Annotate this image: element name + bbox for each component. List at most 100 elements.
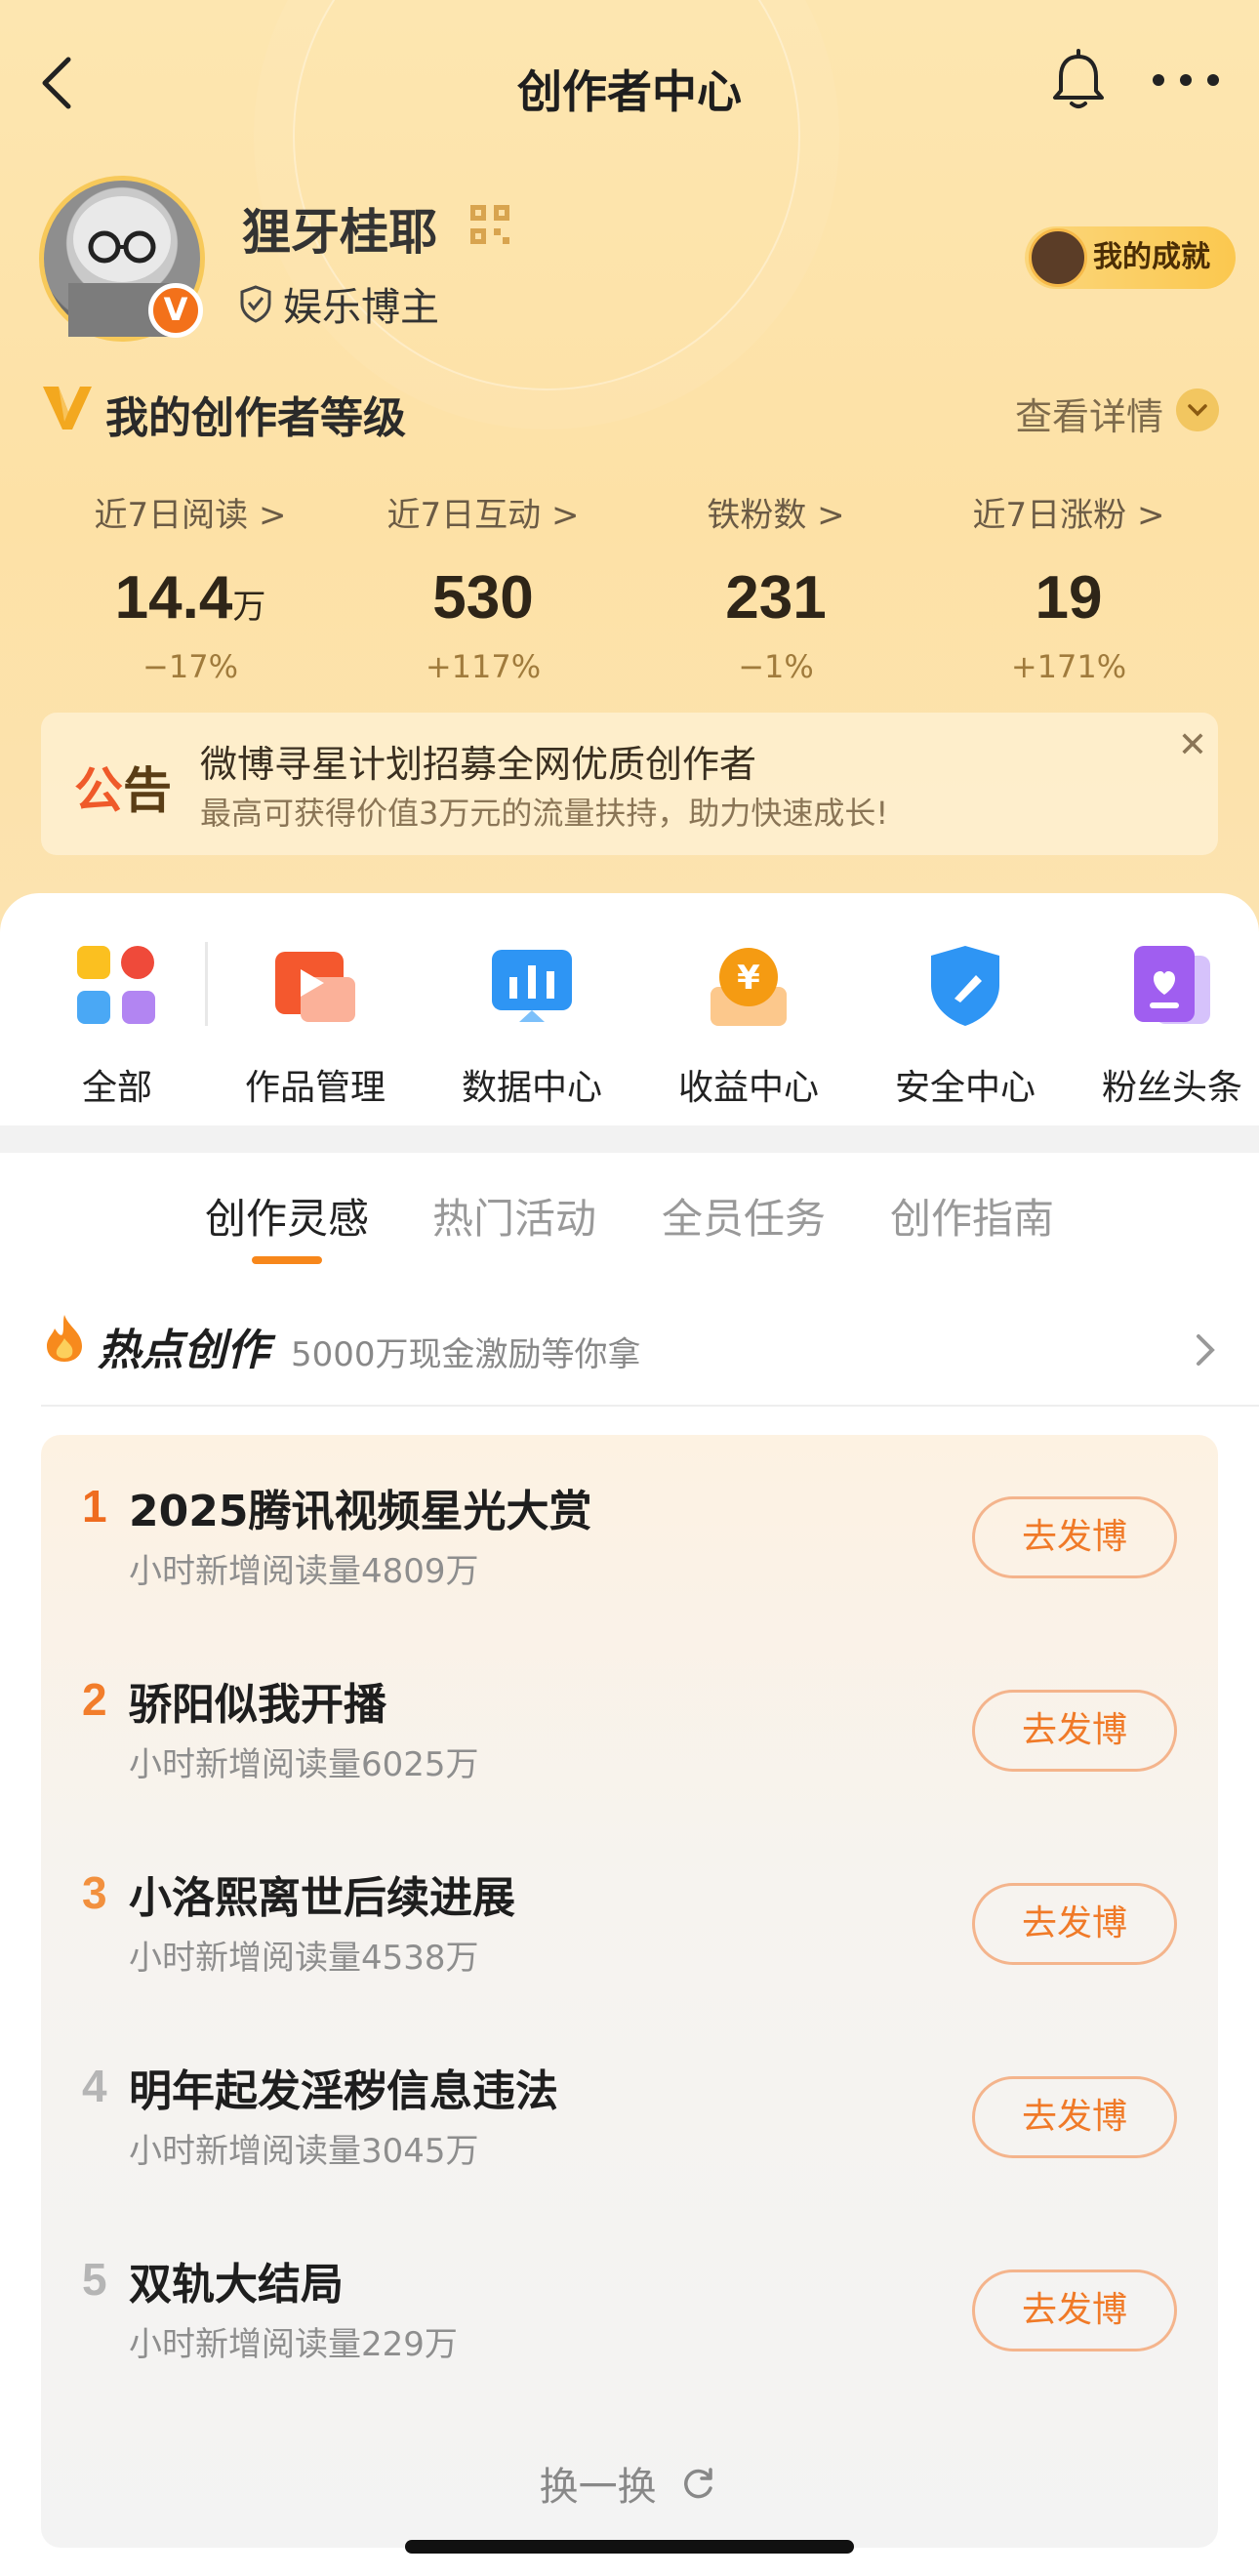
coin-icon: ¥ bbox=[711, 948, 787, 1026]
refresh-icon bbox=[684, 2468, 713, 2499]
list-item[interactable]: 2 骄阳似我开播 小时新增阅读量6025万 去发博 bbox=[41, 1628, 1218, 1804]
stat-value: 530 bbox=[432, 564, 534, 632]
level-v-icon bbox=[43, 387, 92, 429]
user-role: 娱乐博主 bbox=[238, 275, 439, 332]
level-details-link[interactable]: 查看详情 bbox=[1015, 387, 1163, 440]
tool-bar: 全部 作品管理 数据中心 ¥ 收益中心 安全中心 粉丝头条 bbox=[0, 893, 1259, 1123]
stat-label: 铁粉数 > bbox=[707, 496, 845, 535]
topic-title: 小洛熙离世后续进展 bbox=[129, 1873, 515, 1923]
topic-reads: 小时新增阅读量3045万 bbox=[129, 2132, 479, 2171]
header-background: 创作者中心 V 狸牙桂耶 娱乐博主 我的成就 我的创作者等级 查看详情 近7日阅… bbox=[0, 0, 1259, 937]
home-indicator bbox=[405, 2540, 854, 2554]
achievement-label: 我的成就 bbox=[1093, 240, 1210, 274]
svg-text:¥: ¥ bbox=[737, 959, 760, 998]
refresh-label: 换一换 bbox=[539, 2465, 657, 2510]
topic-reads: 小时新增阅读量229万 bbox=[129, 2325, 458, 2364]
stats-row: 近7日阅读 > 14.4万 −17% 近7日互动 > 530 +117% 铁粉数… bbox=[0, 488, 1259, 685]
hot-topics-title: 热点创作 bbox=[98, 1326, 269, 1375]
stat-change: +171% bbox=[1010, 648, 1127, 685]
stat-value: 231 bbox=[725, 564, 827, 632]
qr-code-icon[interactable] bbox=[468, 203, 511, 246]
post-button[interactable]: 去发博 bbox=[972, 1496, 1177, 1578]
close-icon[interactable]: ✕ bbox=[1173, 726, 1212, 765]
list-item[interactable]: 1 2025腾讯视频星光大赏 小时新增阅读量4809万 去发博 bbox=[41, 1435, 1218, 1611]
flame-icon bbox=[47, 1315, 82, 1362]
achievement-icon bbox=[1029, 228, 1087, 287]
hot-topic-list: 1 2025腾讯视频星光大赏 小时新增阅读量4809万 去发博 2 骄阳似我开播… bbox=[41, 1435, 1218, 2548]
tab-all-tasks[interactable]: 全员任务 bbox=[662, 1186, 826, 1246]
bell-icon[interactable] bbox=[1044, 47, 1113, 115]
stat-iron-fans[interactable]: 铁粉数 > 231 −1% bbox=[630, 488, 922, 685]
level-title: 我的创作者等级 bbox=[105, 393, 406, 443]
rank-number: 4 bbox=[82, 2061, 107, 2111]
announcement-subtitle: 最高可获得价值3万元的流量扶持，助力快速成长! bbox=[200, 795, 889, 832]
tool-fan-headline[interactable]: 粉丝头条 bbox=[1070, 942, 1259, 1110]
topic-title: 双轨大结局 bbox=[129, 2260, 344, 2310]
topic-reads: 小时新增阅读量6025万 bbox=[129, 1745, 479, 1784]
tool-income[interactable]: ¥ 收益中心 bbox=[646, 942, 851, 1110]
role-label: 娱乐博主 bbox=[283, 285, 439, 330]
topic-title: 明年起发淫秽信息违法 bbox=[129, 2066, 558, 2116]
tool-label: 收益中心 bbox=[677, 1068, 819, 1108]
tool-label: 安全中心 bbox=[894, 1068, 1036, 1108]
chevron-down-icon[interactable] bbox=[1176, 388, 1219, 431]
refresh-button[interactable]: 换一换 bbox=[41, 2455, 1218, 2512]
divider bbox=[205, 942, 208, 1026]
announcement-tag: 公告 bbox=[74, 762, 172, 819]
stat-new-fans[interactable]: 近7日涨粉 > 19 +171% bbox=[922, 488, 1215, 685]
chart-icon bbox=[492, 950, 572, 1022]
tool-label: 粉丝头条 bbox=[1101, 1068, 1242, 1108]
content-card: 全部 作品管理 数据中心 ¥ 收益中心 安全中心 粉丝头条 创作灵感 热门活动 … bbox=[0, 893, 1259, 2576]
post-button[interactable]: 去发博 bbox=[972, 1883, 1177, 1965]
stat-label: 近7日阅读 > bbox=[94, 496, 287, 535]
section-gap bbox=[0, 1125, 1259, 1153]
tab-bar: 创作灵感 热门活动 全员任务 创作指南 bbox=[0, 1186, 1259, 1274]
more-icon[interactable] bbox=[1147, 61, 1225, 100]
post-button[interactable]: 去发博 bbox=[972, 1690, 1177, 1772]
topic-reads: 小时新增阅读量4538万 bbox=[129, 1939, 479, 1978]
stat-reads[interactable]: 近7日阅读 > 14.4万 −17% bbox=[44, 488, 337, 685]
user-name: 狸牙桂耶 bbox=[242, 204, 437, 261]
stat-value: 19 bbox=[1035, 564, 1103, 632]
post-button[interactable]: 去发博 bbox=[972, 2269, 1177, 2351]
play-icon bbox=[275, 952, 355, 1022]
announcement-banner[interactable]: 公告 微博寻星计划招募全网优质创作者 最高可获得价值3万元的流量扶持，助力快速成… bbox=[41, 713, 1218, 855]
tool-data[interactable]: 数据中心 bbox=[429, 942, 634, 1110]
rank-number: 1 bbox=[82, 1481, 107, 1532]
stat-change: +117% bbox=[425, 648, 542, 685]
hot-topics-subtitle: 5000万现金激励等你拿 bbox=[291, 1335, 641, 1374]
tool-label: 作品管理 bbox=[244, 1068, 386, 1108]
tool-all[interactable]: 全部 bbox=[15, 942, 220, 1110]
heart-book-icon bbox=[1134, 946, 1210, 1024]
stat-label: 近7日涨粉 > bbox=[972, 496, 1165, 535]
shield-icon bbox=[931, 946, 999, 1026]
stat-label: 近7日互动 > bbox=[386, 496, 580, 535]
post-button[interactable]: 去发博 bbox=[972, 2076, 1177, 2158]
tool-works[interactable]: 作品管理 bbox=[213, 942, 418, 1110]
stat-interactions[interactable]: 近7日互动 > 530 +117% bbox=[337, 488, 630, 685]
announcement-title: 微博寻星计划招募全网优质创作者 bbox=[200, 743, 757, 786]
topic-title: 骄阳似我开播 bbox=[129, 1680, 386, 1730]
topic-reads: 小时新增阅读量4809万 bbox=[129, 1552, 479, 1591]
tool-security[interactable]: 安全中心 bbox=[863, 942, 1068, 1110]
divider bbox=[41, 1405, 1259, 1407]
achievement-button[interactable]: 我的成就 bbox=[1025, 226, 1236, 289]
shield-icon bbox=[240, 285, 271, 323]
topic-title: 2025腾讯视频星光大赏 bbox=[129, 1487, 592, 1536]
stat-change: −1% bbox=[738, 648, 814, 685]
tab-indicator bbox=[252, 1256, 322, 1264]
list-item[interactable]: 3 小洛熙离世后续进展 小时新增阅读量4538万 去发博 bbox=[41, 1821, 1218, 1997]
tab-hot-activities[interactable]: 热门活动 bbox=[432, 1186, 596, 1246]
verified-badge: V bbox=[148, 283, 203, 338]
rank-number: 2 bbox=[82, 1674, 107, 1725]
chevron-right-icon[interactable] bbox=[1191, 1329, 1220, 1371]
tool-label: 全部 bbox=[81, 1068, 152, 1108]
tab-inspiration[interactable]: 创作灵感 bbox=[205, 1186, 369, 1246]
tab-guide[interactable]: 创作指南 bbox=[890, 1186, 1054, 1246]
list-item[interactable]: 5 双轨大结局 小时新增阅读量229万 去发博 bbox=[41, 2208, 1218, 2384]
rank-number: 3 bbox=[82, 1867, 107, 1918]
rank-number: 5 bbox=[82, 2254, 107, 2305]
list-item[interactable]: 4 明年起发淫秽信息违法 小时新增阅读量3045万 去发博 bbox=[41, 2015, 1218, 2190]
grid-icon bbox=[77, 946, 155, 1024]
stat-change: −17% bbox=[142, 648, 238, 685]
